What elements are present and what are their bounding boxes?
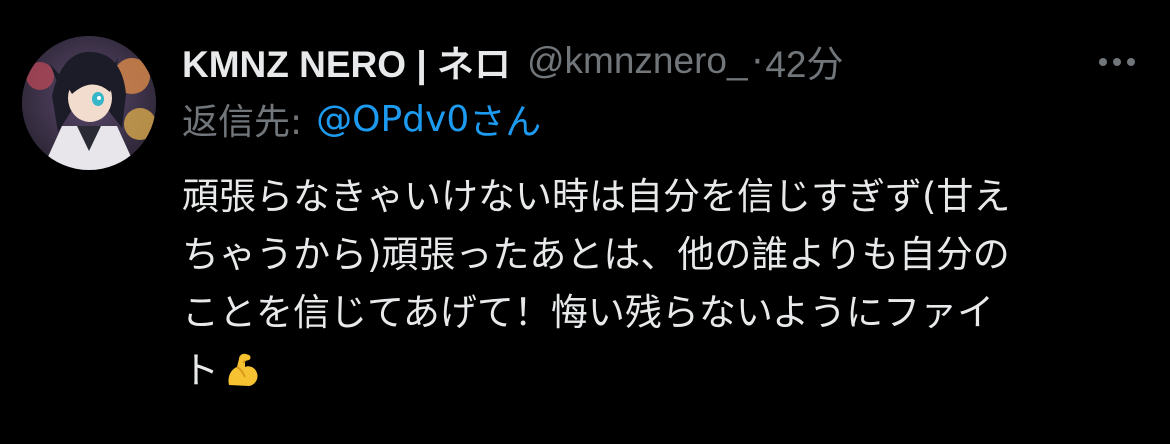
tweet[interactable]: KMNZ NERO | ネロ @kmnznero_ · 42分 返信先: @OP… <box>0 0 1170 444</box>
avatar-image <box>22 36 156 170</box>
reply-suffix[interactable]: さん <box>469 93 541 145</box>
tweet-text-line: ことを信じてあげて！悔い残らないようにファイ <box>182 291 995 334</box>
tweet-header: KMNZ NERO | ネロ @kmnznero_ · 42分 <box>182 36 843 86</box>
reply-mention-link[interactable]: @OPdv0 <box>316 99 469 140</box>
separator-dot: · <box>751 39 764 83</box>
tweet-text-line: 頑張らなきゃいけない時は自分を信じすぎず(甘え <box>182 175 1011 218</box>
tweet-text-line-text: ト <box>182 349 219 392</box>
more-icon <box>1099 58 1135 66</box>
reply-prefix: 返信先: <box>182 102 303 143</box>
timestamp[interactable]: 42分 <box>765 34 843 88</box>
more-options-button[interactable] <box>1092 42 1142 82</box>
reply-context: 返信先: @OPdv0 さん <box>182 94 541 144</box>
user-handle[interactable]: @kmnznero_ <box>527 40 748 82</box>
tweet-text: 頑張らなきゃいけない時は自分を信じすぎず(甘え ちゃうから)頑張ったあとは、他の… <box>182 168 1142 406</box>
avatar[interactable] <box>22 36 156 170</box>
tweet-text-line: ちゃうから)頑張ったあとは、他の誰よりも自分の <box>182 233 1010 276</box>
tweet-text-line-last: ト <box>182 342 1142 406</box>
display-name[interactable]: KMNZ NERO | ネロ <box>182 34 511 88</box>
flexed-biceps-icon <box>223 348 263 406</box>
